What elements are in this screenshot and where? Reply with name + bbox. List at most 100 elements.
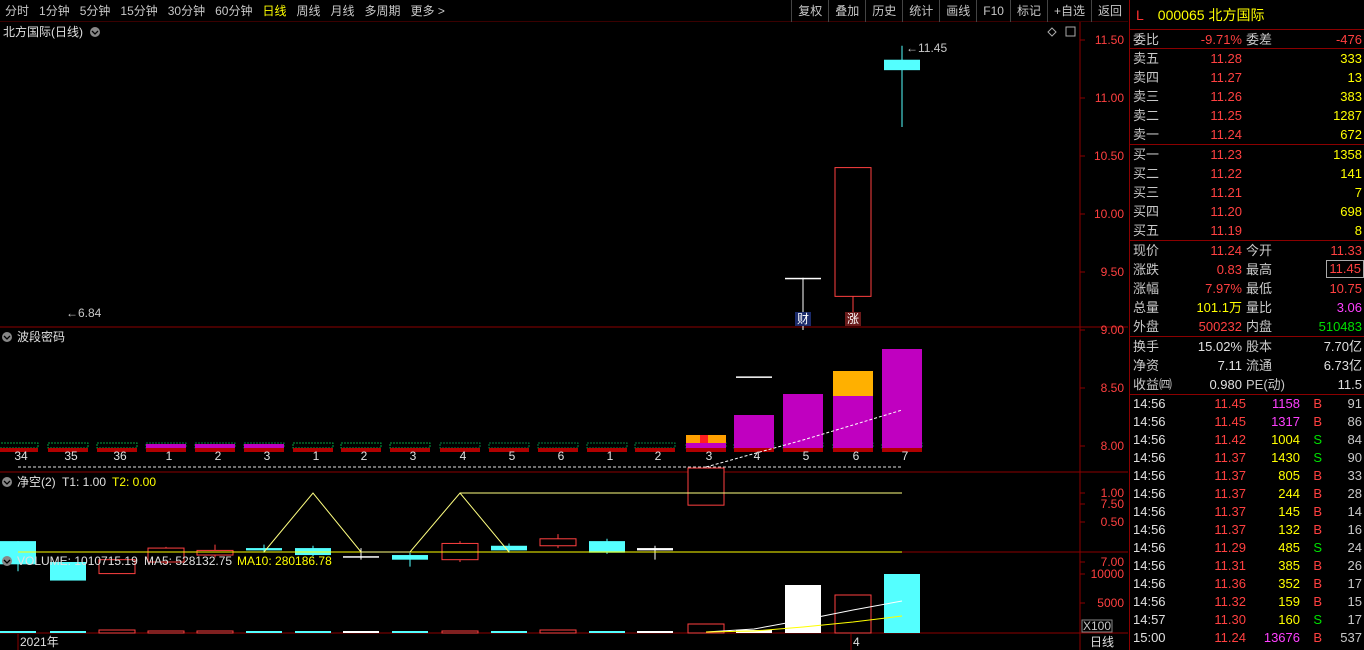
period-tab-2[interactable]: 5分钟 bbox=[75, 0, 116, 22]
band-base bbox=[0, 442, 39, 449]
toolbar-button-0[interactable]: 复权 bbox=[791, 0, 828, 22]
candle-body[interactable] bbox=[687, 467, 725, 506]
stats-row: 涨幅 7.97% 最低 10.75 bbox=[1130, 279, 1364, 298]
stock-code[interactable]: 000065 bbox=[1158, 7, 1205, 23]
period-tab-6[interactable]: 日线 bbox=[257, 0, 291, 22]
candle-body[interactable] bbox=[246, 548, 282, 551]
toolbar-button-2[interactable]: 历史 bbox=[865, 0, 902, 22]
ask-price[interactable]: 11.28 bbox=[1166, 49, 1246, 68]
candle-body[interactable] bbox=[343, 556, 379, 558]
toolbar-button-1[interactable]: 叠加 bbox=[828, 0, 865, 22]
period-label: 日线 bbox=[1090, 635, 1114, 649]
tick-time: 14:56 bbox=[1133, 594, 1166, 609]
bid-price[interactable]: 11.20 bbox=[1166, 202, 1246, 221]
event-marker-label: 财 bbox=[797, 312, 809, 326]
band-count: 3 bbox=[706, 449, 713, 463]
bid-label: 买二 bbox=[1133, 166, 1160, 181]
candle-body[interactable] bbox=[834, 167, 872, 297]
period-tab-5[interactable]: 60分钟 bbox=[210, 0, 257, 22]
candle-body[interactable] bbox=[589, 541, 625, 553]
band-base bbox=[340, 442, 382, 449]
tick-row: 14:56 11.37 244 B 28 bbox=[1130, 485, 1364, 503]
bid-price[interactable]: 11.23 bbox=[1166, 145, 1246, 164]
period-tab-7[interactable]: 周线 bbox=[291, 0, 325, 22]
stat-label: 涨跌 bbox=[1133, 262, 1160, 277]
main-title-menu[interactable] bbox=[90, 27, 100, 37]
stock-name[interactable]: 北方国际 bbox=[1209, 5, 1265, 25]
ask-price[interactable]: 11.25 bbox=[1166, 106, 1246, 125]
candle-body[interactable] bbox=[884, 59, 920, 71]
tick-time: 14:56 bbox=[1133, 558, 1166, 573]
tick-side: B bbox=[1313, 630, 1322, 645]
bid-row: 买四 11.20 698 bbox=[1130, 202, 1364, 221]
diamond-icon[interactable] bbox=[1047, 27, 1057, 37]
stat-label: 最低 bbox=[1246, 281, 1273, 296]
candle-body[interactable] bbox=[736, 376, 772, 378]
tick-side: B bbox=[1313, 594, 1322, 609]
toolbar-button-3[interactable]: 统计 bbox=[902, 0, 939, 22]
candle-body[interactable] bbox=[491, 545, 527, 551]
price-axis-label: 11.50 bbox=[1095, 33, 1124, 47]
candle-body[interactable] bbox=[392, 555, 428, 560]
tick-volume: 132 bbox=[1278, 522, 1300, 537]
period-tab-8[interactable]: 月线 bbox=[326, 0, 360, 22]
toolbar-button-8[interactable]: 返回 bbox=[1090, 0, 1128, 22]
indicator1-menu[interactable] bbox=[2, 332, 12, 342]
ask-price[interactable]: 11.24 bbox=[1166, 125, 1246, 144]
chart-area: 北方国际(日线) 11.50 11.00 10.50 10.00 9.50 9.00 8.50… bbox=[0, 22, 1128, 650]
ask-label: 卖四 bbox=[1133, 70, 1160, 85]
period-tab-10[interactable]: 更多 > bbox=[406, 0, 450, 22]
volume-bar bbox=[491, 631, 527, 633]
price-axis-label: 9.00 bbox=[1101, 323, 1125, 337]
band-bar-mark bbox=[700, 435, 708, 443]
ask-row: 卖二 11.25 1287 bbox=[1130, 106, 1364, 125]
period-tab-0[interactable]: 分时 bbox=[0, 0, 34, 22]
stat-label: 最高 bbox=[1246, 262, 1273, 277]
tick-time: 14:56 bbox=[1133, 468, 1166, 483]
band-base bbox=[389, 442, 431, 449]
bid-price[interactable]: 11.19 bbox=[1166, 221, 1246, 240]
tick-count: 28 bbox=[1347, 486, 1362, 501]
volume-menu[interactable] bbox=[2, 556, 12, 566]
band-base bbox=[439, 442, 481, 449]
ask-price[interactable]: 11.26 bbox=[1166, 87, 1246, 106]
volume-bar bbox=[295, 631, 331, 633]
band-count: 1 bbox=[313, 449, 320, 463]
finance-value: 6.73亿 bbox=[1323, 358, 1362, 373]
weibi-row: 委比 -9.71% 委差 -476 bbox=[1130, 30, 1364, 49]
tick-side: B bbox=[1313, 414, 1322, 429]
toolbar-button-4[interactable]: 画线 bbox=[939, 0, 976, 22]
bid-price[interactable]: 11.21 bbox=[1166, 183, 1246, 202]
tick-volume: 1317 bbox=[1271, 414, 1300, 429]
tick-time: 14:57 bbox=[1133, 612, 1166, 627]
toolbar-button-7[interactable]: +自选 bbox=[1046, 0, 1091, 22]
period-tab-3[interactable]: 15分钟 bbox=[115, 0, 162, 22]
stat-value: 11.33 bbox=[1330, 243, 1362, 258]
ask-price[interactable]: 11.27 bbox=[1166, 68, 1246, 87]
indicator2-menu[interactable] bbox=[2, 477, 12, 487]
tick-time: 15:00 bbox=[1133, 630, 1166, 645]
tick-row: 14:56 11.29 485 S 24 bbox=[1130, 539, 1364, 557]
window-icon[interactable] bbox=[1065, 26, 1076, 37]
bid-label: 买三 bbox=[1133, 185, 1160, 200]
stat-value: 11.45 bbox=[1326, 260, 1364, 278]
finance-row: 换手 15.02% 股本 7.70亿 bbox=[1130, 337, 1364, 356]
period-toolbar: 分时 1分钟 5分钟 15分钟 30分钟 60分钟 日线 周线 月线 多周期 更多 > 复权 叠加 历史统… bbox=[0, 0, 1128, 22]
period-tab-9[interactable]: 多周期 bbox=[360, 0, 406, 22]
tick-volume: 352 bbox=[1278, 576, 1300, 591]
indicator2-axis-label: 0.50 bbox=[1101, 515, 1125, 529]
candle-body[interactable] bbox=[637, 548, 673, 551]
toolbar-button-5[interactable]: F10 bbox=[976, 0, 1010, 22]
bid-row: 买一 11.23 1358 bbox=[1130, 145, 1364, 164]
period-tab-4[interactable]: 30分钟 bbox=[163, 0, 210, 22]
tick-side: B bbox=[1313, 486, 1322, 501]
finance-label: 换手 bbox=[1133, 339, 1160, 354]
candle-body[interactable] bbox=[539, 538, 577, 547]
period-tab-1[interactable]: 1分钟 bbox=[34, 0, 75, 22]
candle-body[interactable] bbox=[785, 277, 821, 280]
toolbar-button-6[interactable]: 标记 bbox=[1009, 0, 1047, 22]
tick-count: 91 bbox=[1347, 396, 1362, 411]
kline-chart[interactable]: 北方国际(日线)11.5011.0010.5010.009.509.008.50… bbox=[0, 22, 1128, 650]
price-axis-label: 11.00 bbox=[1095, 91, 1124, 105]
bid-price[interactable]: 11.22 bbox=[1166, 164, 1246, 183]
